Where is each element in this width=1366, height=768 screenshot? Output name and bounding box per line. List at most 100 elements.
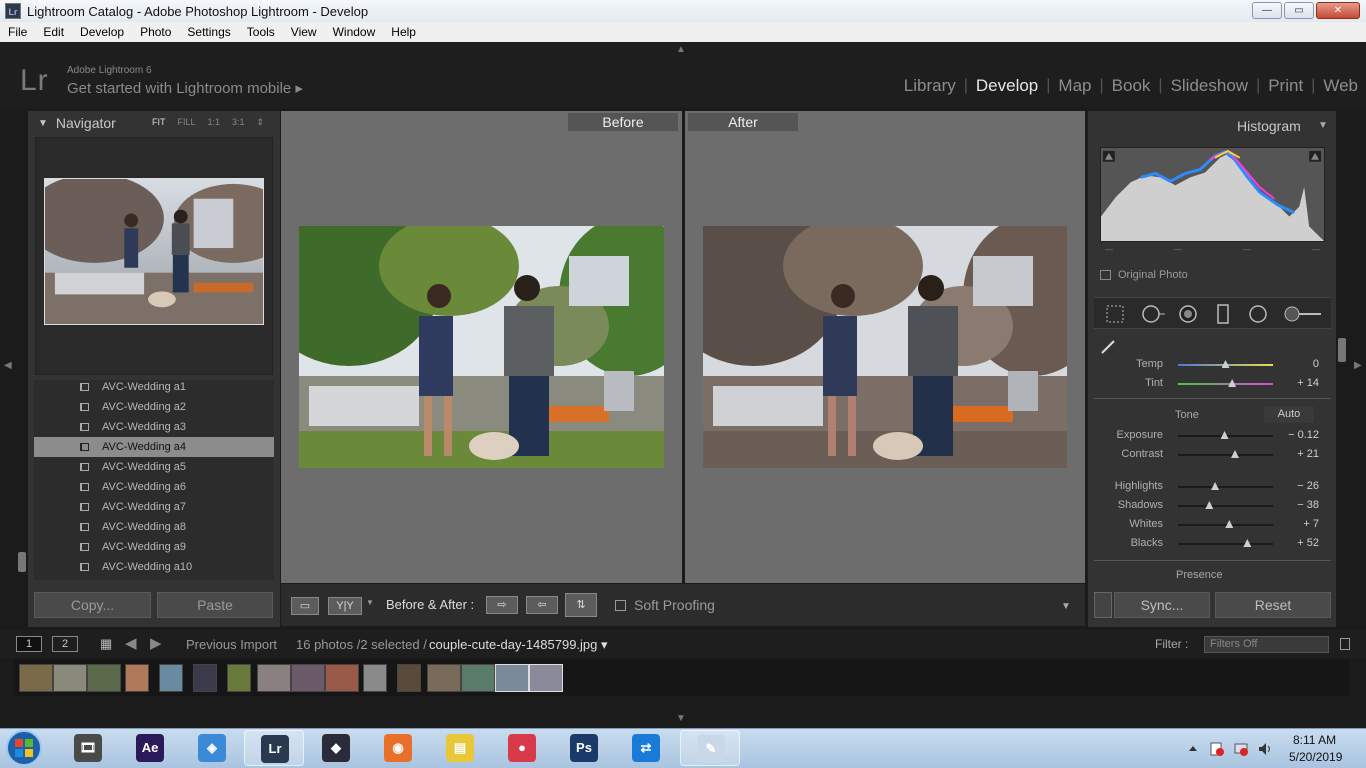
- preset-item-selected[interactable]: AVC-Wedding a4: [34, 437, 274, 457]
- taskbar-movie-maker-icon[interactable]: 🎞: [58, 730, 118, 766]
- white-balance-eyedropper-icon[interactable]: [1100, 339, 1118, 355]
- reset-button[interactable]: Reset: [1215, 592, 1331, 618]
- collapse-triangle-icon[interactable]: ▼: [1318, 120, 1328, 131]
- filmstrip-thumbnail[interactable]: [19, 664, 53, 692]
- right-panel-arrow-icon[interactable]: ▶: [1354, 360, 1362, 371]
- volume-icon[interactable]: [1258, 742, 1272, 756]
- filmstrip-thumbnail[interactable]: [53, 664, 87, 692]
- preset-item[interactable]: AVC-Wedding a9: [34, 537, 274, 557]
- filter-select[interactable]: Filters Off: [1204, 636, 1329, 653]
- filmstrip-thumbnail[interactable]: [397, 664, 421, 692]
- zoom-fill[interactable]: FILL: [178, 117, 196, 128]
- histogram-title[interactable]: Histogram: [1237, 118, 1301, 134]
- module-web[interactable]: Web: [1315, 76, 1366, 96]
- filter-lock-icon[interactable]: [1340, 638, 1350, 650]
- filmstrip-thumbnail[interactable]: [227, 664, 251, 692]
- module-print[interactable]: Print: [1260, 76, 1311, 96]
- auto-tone-button[interactable]: Auto: [1264, 406, 1314, 423]
- preset-item[interactable]: AVC-Wedding a2: [34, 397, 274, 417]
- copy-before-to-after-icon[interactable]: ⇨: [486, 596, 518, 614]
- taskbar-screen-recorder-icon[interactable]: ●: [492, 730, 552, 766]
- adjustment-brush-icon[interactable]: [1283, 304, 1323, 324]
- taskbar-filmora-icon[interactable]: ◆: [306, 730, 366, 766]
- copy-settings-button[interactable]: Copy...: [34, 592, 151, 618]
- menu-view[interactable]: View: [283, 25, 325, 39]
- primary-window-button[interactable]: 1: [16, 636, 42, 652]
- back-arrow-icon[interactable]: ◀: [125, 634, 137, 652]
- left-panel-arrow-icon[interactable]: ◀: [4, 360, 12, 371]
- zoom-3-1[interactable]: 3:1: [232, 117, 245, 128]
- menu-file[interactable]: File: [0, 25, 35, 39]
- grid-view-icon[interactable]: ▦: [100, 636, 112, 652]
- tint-slider[interactable]: Tint + 14: [1094, 375, 1331, 393]
- spot-removal-icon[interactable]: [1141, 304, 1167, 324]
- menu-photo[interactable]: Photo: [132, 25, 179, 39]
- preset-item[interactable]: AVC-Wedding a10: [34, 557, 274, 577]
- taskbar-file-explorer-icon[interactable]: ▤: [430, 730, 490, 766]
- preset-item[interactable]: AVC-Wedding a6: [34, 477, 274, 497]
- whites-slider[interactable]: Whites + 7: [1094, 516, 1331, 534]
- filmstrip-thumbnail[interactable]: [495, 664, 529, 692]
- filmstrip-thumbnail[interactable]: [291, 664, 325, 692]
- original-photo-label[interactable]: Original Photo: [1118, 269, 1188, 281]
- zoom-fit[interactable]: FIT: [152, 117, 166, 128]
- taskbar-firefox-icon[interactable]: ◉: [368, 730, 428, 766]
- view-mode-dropdown-icon[interactable]: ▼: [366, 598, 374, 607]
- filmstrip-source[interactable]: Previous Import: [186, 637, 277, 652]
- temp-slider[interactable]: Temp 0: [1094, 356, 1331, 374]
- menu-develop[interactable]: Develop: [72, 25, 132, 39]
- taskbar-teamviewer-icon[interactable]: ⇄: [616, 730, 676, 766]
- taskbar-after-effects-icon[interactable]: Ae: [120, 730, 180, 766]
- menu-window[interactable]: Window: [325, 25, 384, 39]
- filmstrip-thumbnail[interactable]: [529, 664, 563, 692]
- module-library[interactable]: Library: [896, 76, 964, 96]
- menu-tools[interactable]: Tools: [239, 25, 283, 39]
- toolbar-content-menu-icon[interactable]: ▼: [1061, 601, 1071, 612]
- soft-proofing-checkbox[interactable]: [615, 600, 626, 611]
- zoom-more-icon[interactable]: ⇕: [257, 117, 265, 128]
- forward-arrow-icon[interactable]: ▶: [150, 634, 162, 652]
- filmstrip-thumbnail[interactable]: [325, 664, 359, 692]
- taskbar-paint-icon[interactable]: ✎: [680, 730, 740, 766]
- paste-settings-button[interactable]: Paste: [157, 592, 273, 618]
- taskbar-photoshop-icon[interactable]: Ps: [554, 730, 614, 766]
- graduated-filter-icon[interactable]: [1213, 304, 1233, 324]
- filmstrip-thumbnail[interactable]: [193, 664, 217, 692]
- taskbar-lightroom-icon[interactable]: Lr: [244, 730, 304, 766]
- filmstrip-thumbnail[interactable]: [257, 664, 291, 692]
- secondary-window-button[interactable]: 2: [52, 636, 78, 652]
- filmstrip-thumbnail[interactable]: [159, 664, 183, 692]
- histogram-chart[interactable]: [1100, 147, 1325, 242]
- before-photo[interactable]: [299, 226, 664, 468]
- left-panel-scrollbar[interactable]: [18, 552, 26, 572]
- soft-proofing-label[interactable]: Soft Proofing: [634, 597, 715, 613]
- start-button-icon[interactable]: [0, 728, 52, 768]
- collapse-triangle-icon[interactable]: ▼: [38, 118, 48, 129]
- preset-item[interactable]: AVC-Wedding a3: [34, 417, 274, 437]
- module-book[interactable]: Book: [1104, 76, 1159, 96]
- minimize-button[interactable]: —: [1252, 2, 1282, 19]
- bottom-panel-arrow-icon[interactable]: ▼: [676, 713, 686, 724]
- contrast-slider[interactable]: Contrast + 21: [1094, 446, 1331, 464]
- network-icon[interactable]: [1234, 742, 1248, 756]
- sync-button[interactable]: Sync...: [1114, 592, 1210, 618]
- loupe-view-icon[interactable]: ▭: [291, 597, 319, 615]
- current-filename[interactable]: couple-cute-day-1485799.jpg ▾: [429, 637, 608, 653]
- copy-after-to-before-icon[interactable]: ⇦: [526, 596, 558, 614]
- clock-date[interactable]: 5/20/2019: [1289, 750, 1342, 764]
- show-hidden-icons-icon[interactable]: [1186, 742, 1200, 756]
- preset-item[interactable]: AVC-Wedding a8: [34, 517, 274, 537]
- swap-before-after-icon[interactable]: ⇅: [565, 593, 597, 617]
- module-develop[interactable]: Develop: [968, 76, 1046, 96]
- crop-overlay-icon[interactable]: [1105, 304, 1125, 324]
- lightroom-app-icon[interactable]: Lr: [5, 3, 21, 19]
- clock-time[interactable]: 8:11 AM: [1293, 733, 1336, 747]
- action-center-icon[interactable]: [1210, 742, 1224, 756]
- preset-item[interactable]: AVC-Wedding a1: [34, 380, 274, 397]
- blacks-slider[interactable]: Blacks + 52: [1094, 535, 1331, 553]
- module-map[interactable]: Map: [1050, 76, 1099, 96]
- original-photo-checkbox[interactable]: [1100, 270, 1111, 280]
- after-photo[interactable]: [703, 226, 1067, 468]
- module-slideshow[interactable]: Slideshow: [1163, 76, 1257, 96]
- radial-filter-icon[interactable]: [1248, 304, 1268, 324]
